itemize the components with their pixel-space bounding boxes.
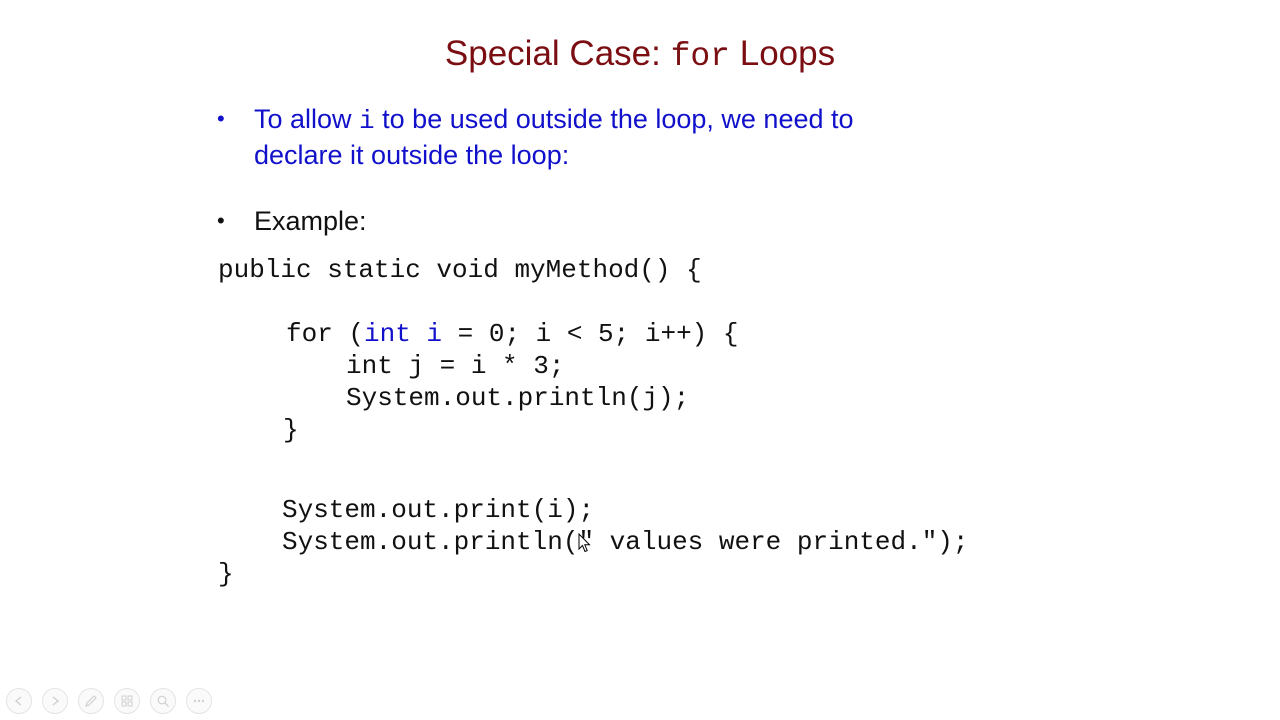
code-line-5: } xyxy=(283,415,299,445)
pen-button[interactable] xyxy=(78,688,104,714)
code-line-1: public static void myMethod() { xyxy=(218,255,702,285)
bullet-2-text: Example: xyxy=(254,206,367,236)
code-line-2-pre: for ( xyxy=(286,319,365,349)
zoom-button[interactable] xyxy=(150,688,176,714)
code-line-3: int j = i * 3; xyxy=(346,351,565,381)
code-line-7: System.out.println(" values were printed… xyxy=(282,527,969,557)
more-options-button[interactable] xyxy=(186,688,212,714)
zoom-icon xyxy=(157,695,169,707)
next-slide-button[interactable] xyxy=(42,688,68,714)
title-suffix: Loops xyxy=(730,34,836,73)
pen-icon xyxy=(85,695,97,707)
previous-slide-button[interactable] xyxy=(6,688,32,714)
title-prefix: Special Case: xyxy=(444,34,671,73)
bullet-1-part-2: to be used outside the loop, we need to xyxy=(374,104,854,134)
slides-grid-icon xyxy=(121,695,133,707)
title-code: for xyxy=(670,38,730,75)
more-options-icon xyxy=(193,699,205,703)
code-line-6: System.out.print(i); xyxy=(282,495,595,525)
bullet-2-marker: • xyxy=(217,208,225,233)
code-line-4: System.out.println(j); xyxy=(346,383,690,413)
bullet-1-marker: • xyxy=(217,106,225,131)
next-icon xyxy=(52,696,60,706)
bullet-1-line-2: declare it outside the loop: xyxy=(254,140,570,170)
mouse-cursor-icon xyxy=(578,533,591,553)
bullet-1-part-1: To allow xyxy=(254,104,360,134)
see-all-slides-button[interactable] xyxy=(114,688,140,714)
code-line-2-highlight: int i xyxy=(364,319,443,349)
code-line-8: } xyxy=(218,559,234,589)
code-line-2: for (int i = 0; i < 5; i++) { xyxy=(286,318,738,350)
slide: Special Case: for Loops • To allow i to … xyxy=(0,0,1280,720)
bullet-1-line-1: To allow i to be used outside the loop, … xyxy=(254,101,854,139)
slide-title: Special Case: for Loops xyxy=(0,34,1280,75)
presentation-nav-toolbar xyxy=(6,688,212,714)
previous-icon xyxy=(14,696,22,706)
code-line-2-post: = 0; i < 5; i++) { xyxy=(442,319,739,349)
bullet-1-code: i xyxy=(359,106,375,136)
